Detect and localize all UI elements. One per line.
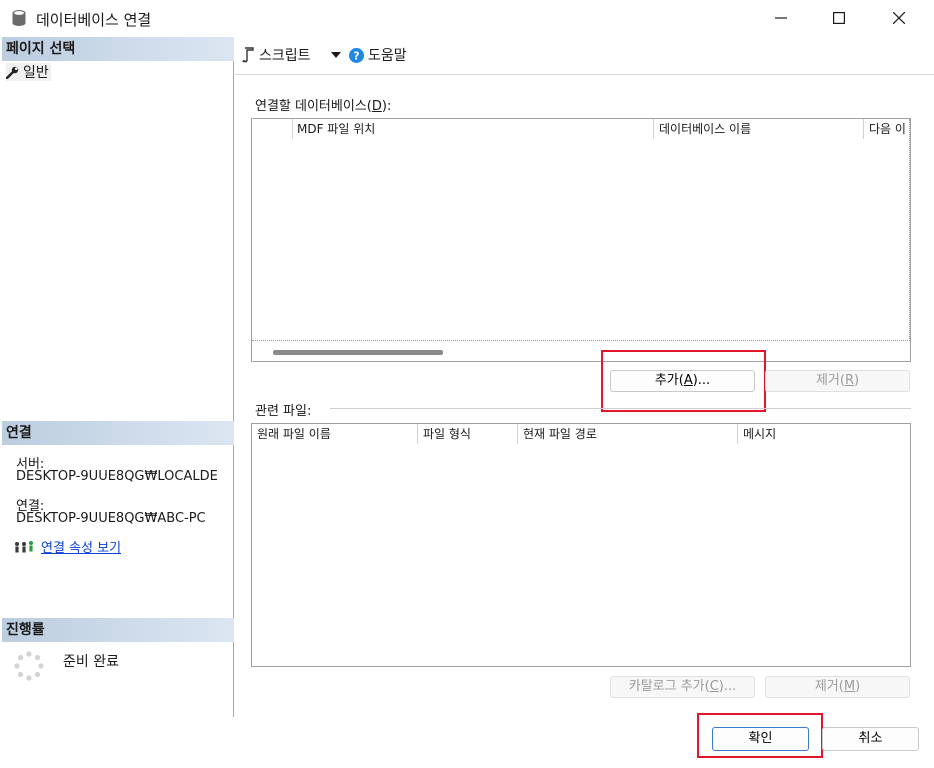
close-icon (893, 12, 905, 24)
page-item-general[interactable]: 일반 (6, 63, 51, 81)
script-label: 스크립트 (259, 48, 311, 64)
view-connection-properties[interactable]: 연결 속성 보기 (13, 537, 121, 556)
help-label: 도움말 (368, 48, 407, 64)
highlight-box-ok (697, 713, 823, 758)
chevron-down-icon[interactable] (331, 52, 341, 59)
progress-spinner-icon (14, 651, 44, 681)
horizontal-scrollbar[interactable] (252, 344, 910, 361)
column-header-next[interactable]: 다음 이 (864, 119, 910, 139)
left-pane: 페이지 선택 일반 연결 서버: DESKTOP-9UUE8QG₩LOCALDE… (2, 37, 234, 717)
column-header-file-type[interactable]: 파일 형식 (418, 424, 518, 444)
related-files-grid[interactable]: 원래 파일 이름 파일 형식 현재 파일 경로 메시지 (251, 423, 911, 667)
page-select-header: 페이지 선택 (2, 37, 234, 61)
script-icon (242, 47, 254, 63)
minimize-icon (775, 17, 787, 19)
related-files-label: 관련 파일: (255, 404, 312, 419)
progress-status: 준비 완료 (63, 654, 119, 670)
svg-text:?: ? (353, 49, 359, 62)
maximize-icon (833, 12, 845, 24)
related-files-divider (330, 408, 911, 409)
database-icon (12, 10, 26, 26)
column-header-database-name[interactable]: 데이터베이스 이름 (654, 119, 864, 139)
help-icon: ? (349, 47, 364, 63)
connection-value: DESKTOP-9UUE8QG₩ABC-PC (16, 511, 206, 526)
remove-database-button[interactable]: 제거(R) (765, 370, 910, 392)
maximize-button[interactable] (810, 0, 868, 36)
help-button[interactable]: ? 도움말 (349, 45, 407, 65)
toolbar: 스크립트 ? 도움말 (235, 37, 934, 75)
databases-grid[interactable]: MDF 파일 위치 데이터베이스 이름 다음 이 (251, 118, 911, 362)
column-header-original-file-name[interactable]: 원래 파일 이름 (252, 424, 418, 444)
scrollbar-thumb[interactable] (273, 350, 443, 355)
wrench-icon (6, 66, 19, 79)
add-catalog-button[interactable]: 카탈로그 추가(C)... (610, 676, 755, 698)
highlight-box-add (601, 350, 766, 412)
databases-label: 연결할 데이터베이스(D): (255, 99, 392, 114)
page-item-label: 일반 (23, 65, 49, 81)
column-header-mdf-location[interactable]: MDF 파일 위치 (292, 119, 652, 139)
window-title: 데이터베이스 연결 (36, 11, 152, 29)
cancel-button[interactable]: 취소 (822, 727, 919, 751)
script-button[interactable]: 스크립트 (241, 45, 311, 65)
remove-file-button[interactable]: 제거(M) (765, 676, 910, 698)
column-header-current-file-path[interactable]: 현재 파일 경로 (518, 424, 738, 444)
server-value: DESKTOP-9UUE8QG₩LOCALDE (16, 469, 218, 484)
progress-header: 진행률 (2, 618, 234, 642)
close-button[interactable] (870, 0, 928, 36)
connection-properties-icon (15, 540, 33, 552)
title-bar: 데이터베이스 연결 (0, 0, 934, 36)
minimize-button[interactable] (752, 0, 810, 36)
connection-header: 연결 (2, 421, 234, 445)
view-connection-properties-link[interactable]: 연결 속성 보기 (41, 537, 121, 556)
column-header-message[interactable]: 메시지 (738, 424, 910, 444)
